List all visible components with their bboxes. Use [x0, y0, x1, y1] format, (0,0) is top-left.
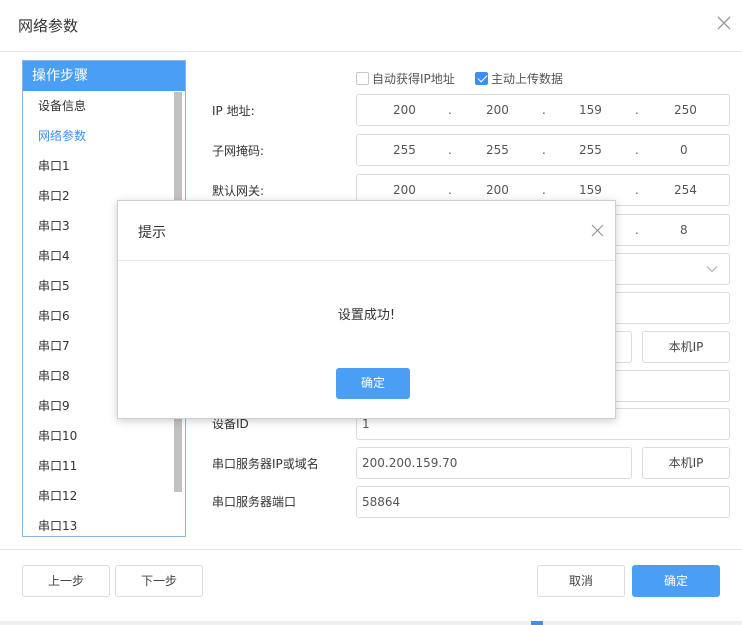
ip-octet-2: 200 — [486, 103, 509, 117]
ip-dot: . — [448, 103, 452, 117]
ip-dot: . — [635, 103, 639, 117]
step-item-serial-10[interactable]: 串口10 — [23, 421, 185, 451]
auto-upload-checkbox-box[interactable] — [475, 71, 488, 85]
ip-octet-4: 250 — [674, 103, 697, 117]
step-item-device-info[interactable]: 设备信息 — [23, 91, 185, 121]
ip-octet-1: 200 — [393, 103, 416, 117]
ip-octet-3: 159 — [579, 103, 602, 117]
window-titlebar: 网络参数 — [0, 0, 742, 52]
mask-octet-3: 255 — [579, 143, 602, 157]
mask-octet-4: 0 — [680, 143, 688, 157]
window-title: 网络参数 — [18, 17, 79, 35]
cancel-button[interactable]: 取消 — [537, 565, 625, 597]
step-item-serial-12[interactable]: 串口12 — [23, 481, 185, 511]
gateway-label: 默认网关: — [212, 184, 265, 198]
dns-dot: . — [635, 223, 639, 237]
server-port-input[interactable]: 58864 — [356, 486, 730, 518]
local-ip-button-1[interactable]: 本机IP — [642, 331, 730, 363]
mask-dot: . — [542, 143, 546, 157]
gateway-dot: . — [635, 183, 639, 197]
mask-octet-1: 255 — [393, 143, 416, 157]
local-ip-button-2[interactable]: 本机IP — [642, 447, 730, 479]
footer-divider — [0, 549, 742, 550]
subnet-mask-input[interactable]: 255 . 255 . 255 . 0 — [356, 134, 730, 166]
server-host-input[interactable]: 200.200.159.70 — [356, 447, 632, 479]
gateway-octet-3: 159 — [579, 183, 602, 197]
close-icon[interactable] — [716, 15, 732, 31]
chevron-down-icon[interactable] — [705, 262, 719, 276]
gateway-octet-2: 200 — [486, 183, 509, 197]
mask-dot: . — [448, 143, 452, 157]
auto-upload-checkbox[interactable]: 主动上传数据 — [475, 70, 563, 86]
confirm-button[interactable]: 确定 — [632, 565, 720, 597]
dialog-title: 提示 — [138, 225, 166, 241]
dns-octet-4: 8 — [680, 223, 688, 237]
mask-octet-2: 255 — [486, 143, 509, 157]
step-item-serial-1[interactable]: 串口1 — [23, 151, 185, 181]
gateway-octet-1: 200 — [393, 183, 416, 197]
ip-address-input[interactable]: 200 . 200 . 159 . 250 — [356, 94, 730, 126]
steps-header: 操作步骤 — [23, 61, 185, 91]
dialog-message: 设置成功! — [337, 308, 396, 323]
step-item-serial-11[interactable]: 串口11 — [23, 451, 185, 481]
mask-label: 子网掩码: — [212, 144, 265, 158]
step-item-serial-13[interactable]: 串口13 — [23, 511, 185, 536]
dialog-header: 提示 — [118, 201, 615, 261]
close-icon[interactable] — [590, 223, 605, 238]
server-host-label: 串口服务器IP或域名 — [212, 457, 319, 471]
next-step-button[interactable]: 下一步 — [115, 565, 203, 597]
gateway-dot: . — [542, 183, 546, 197]
auto-ip-label: 自动获得IP地址 — [372, 71, 455, 86]
auto-ip-checkbox[interactable]: 自动获得IP地址 — [356, 70, 455, 86]
gateway-octet-4: 254 — [674, 183, 697, 197]
prompt-dialog: 提示 设置成功! 确定 — [117, 200, 616, 419]
ip-label: IP 地址: — [212, 104, 255, 118]
ip-dot: . — [542, 103, 546, 117]
server-port-label: 串口服务器端口 — [212, 495, 297, 509]
dialog-ok-button[interactable]: 确定 — [336, 368, 410, 399]
bottom-strip-mark — [531, 621, 543, 625]
gateway-dot: . — [448, 183, 452, 197]
bottom-strip — [0, 621, 742, 625]
auto-upload-label: 主动上传数据 — [491, 71, 564, 86]
step-item-network[interactable]: 网络参数 — [23, 121, 185, 151]
prev-step-button[interactable]: 上一步 — [22, 565, 110, 597]
mask-dot: . — [635, 143, 639, 157]
auto-ip-checkbox-box[interactable] — [356, 71, 369, 85]
